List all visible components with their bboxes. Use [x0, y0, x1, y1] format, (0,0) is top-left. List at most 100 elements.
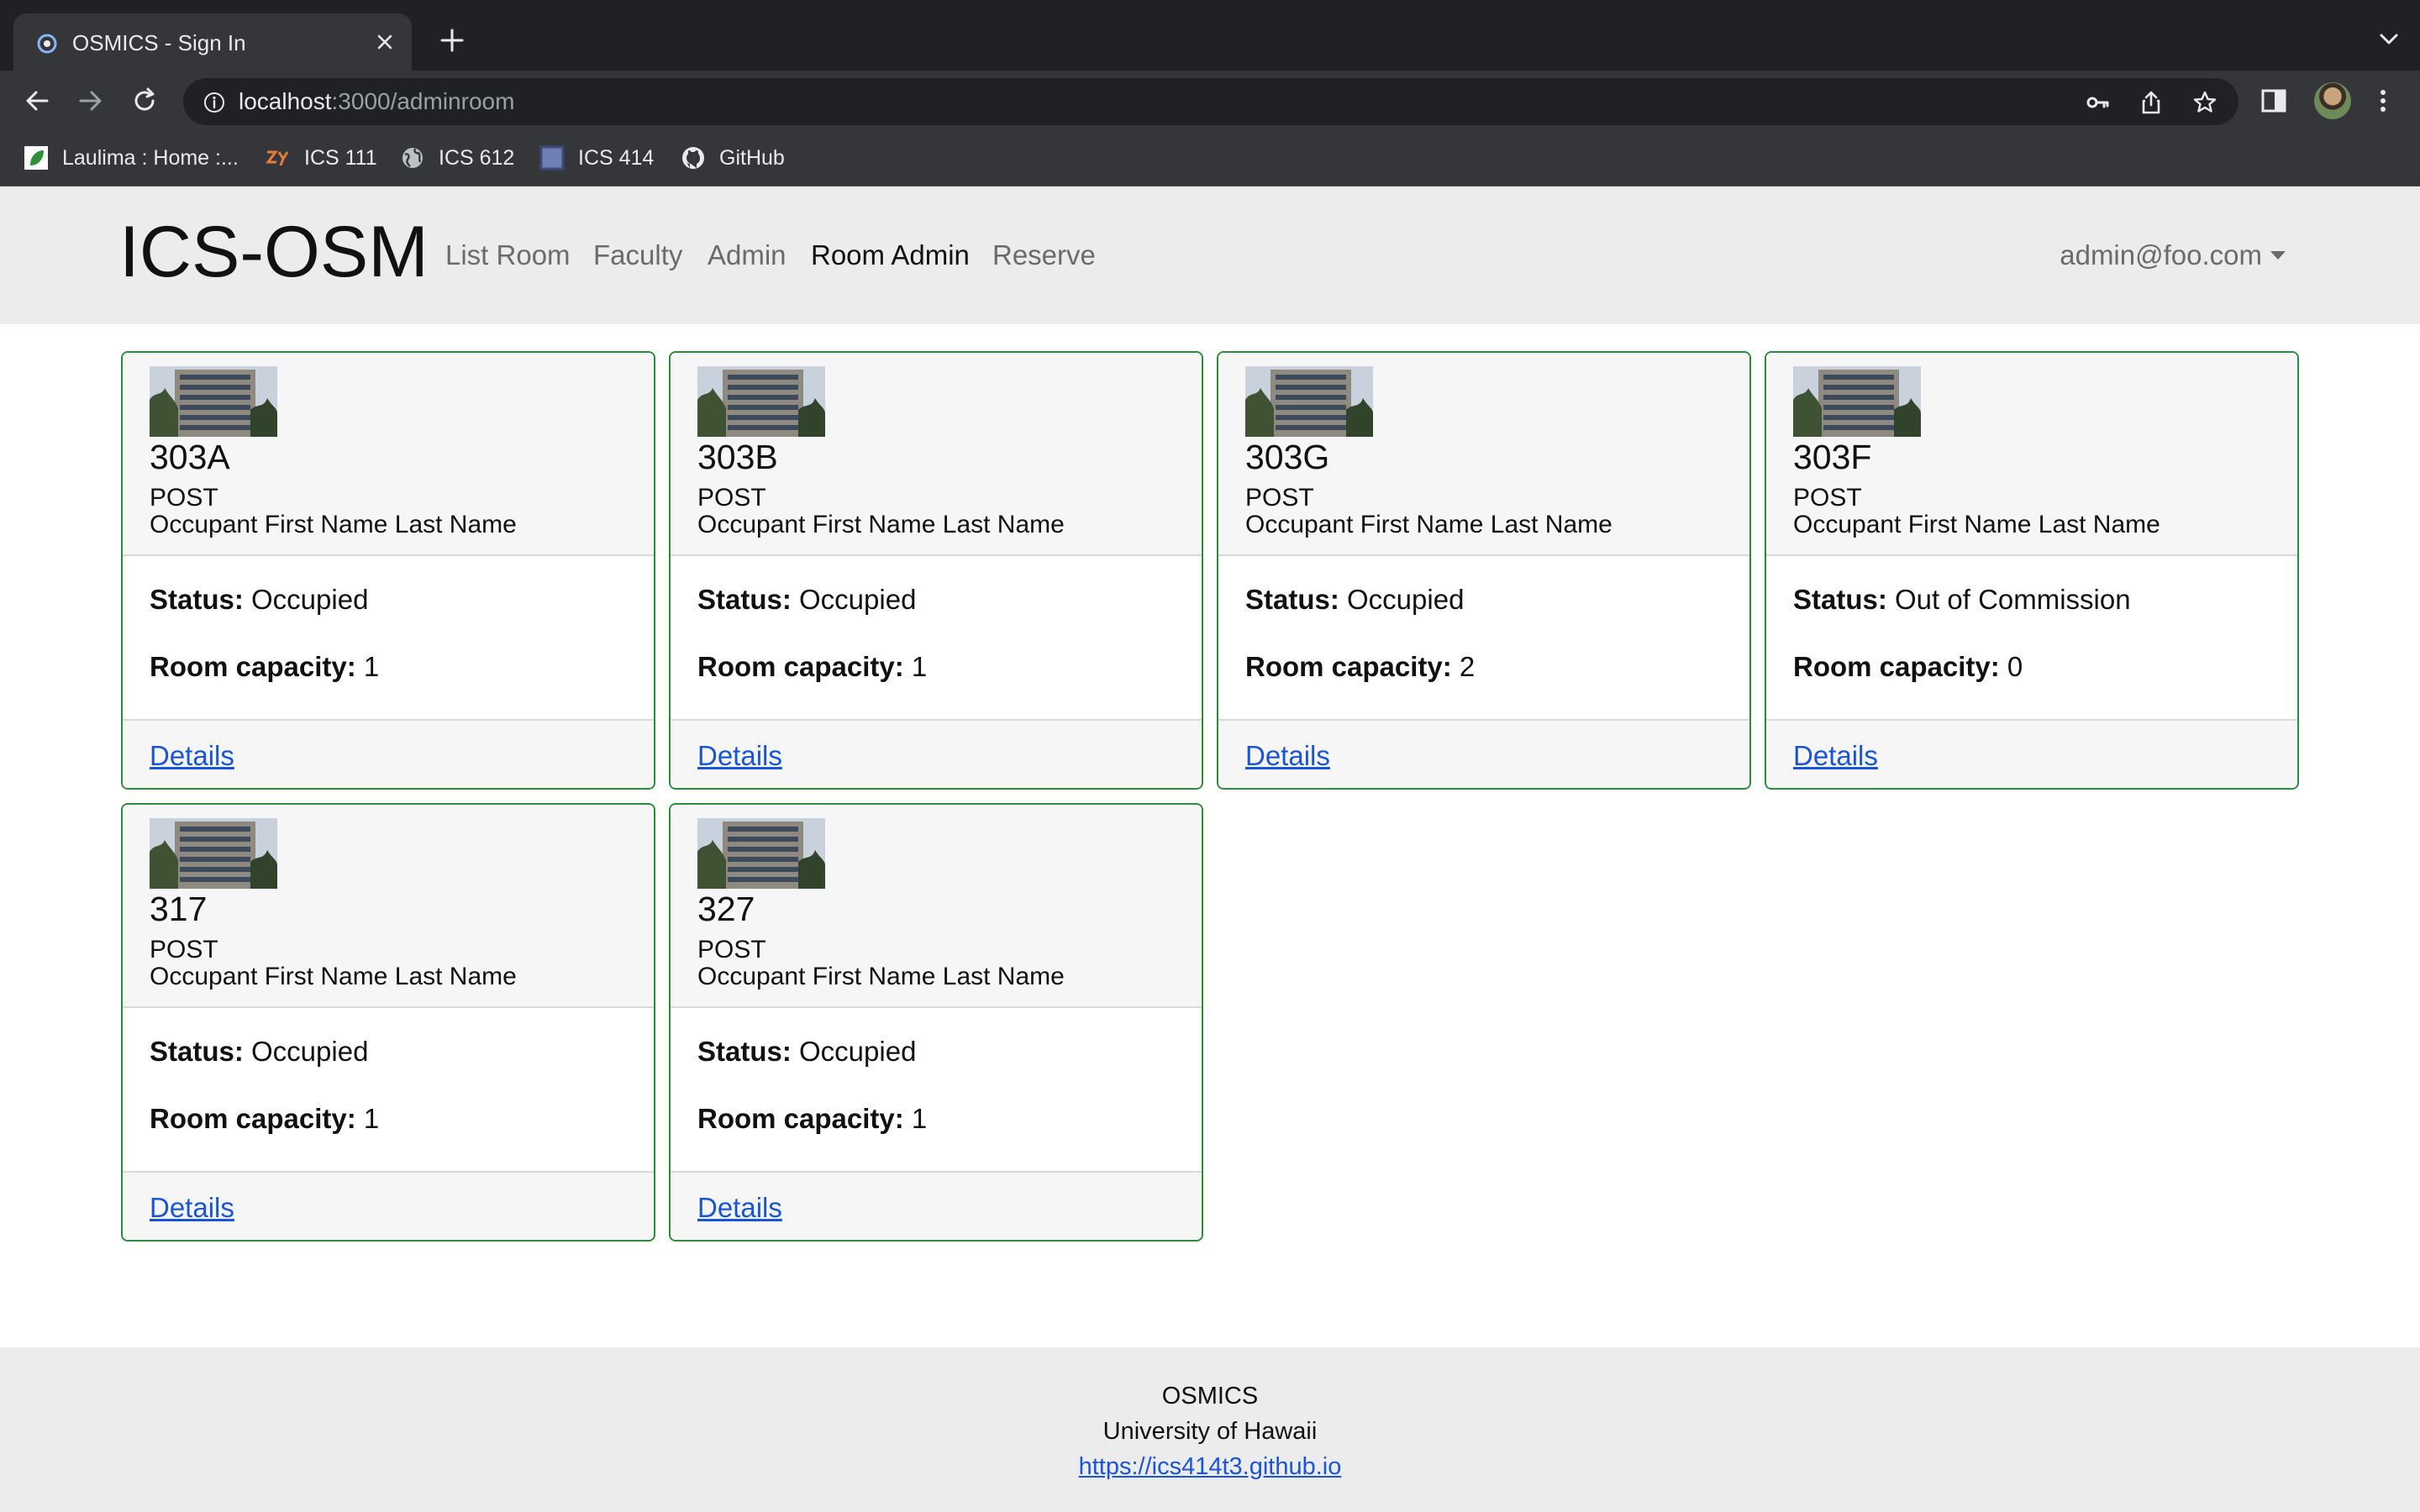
- browser-toolbar: localhost:3000/adminroom: [0, 71, 2420, 131]
- back-arrow-icon[interactable]: [20, 84, 54, 118]
- occupant-name: Occupant First Name Last Name: [150, 963, 517, 990]
- card-footer: Details: [123, 719, 654, 788]
- url-text[interactable]: localhost:3000/adminroom: [239, 87, 514, 116]
- browser-tab-strip: OSMICS - Sign In: [0, 0, 2420, 71]
- url-path: :3000/adminroom: [331, 88, 515, 114]
- building-name: POST: [150, 484, 218, 512]
- status-label: Status:: [150, 584, 244, 615]
- capacity-label: Room capacity:: [697, 651, 904, 682]
- status-label: Status:: [150, 1036, 244, 1067]
- card-body: Status: Occupied Room capacity: 2: [1218, 556, 1749, 719]
- profile-avatar[interactable]: [2314, 82, 2351, 119]
- capacity-line: Room capacity: 1: [697, 1102, 927, 1136]
- details-link[interactable]: Details: [150, 739, 234, 773]
- card-header: 327 POST Occupant First Name Last Name: [671, 805, 1202, 1008]
- close-tab-icon[interactable]: [373, 30, 397, 54]
- status-value: Out of Commission: [1895, 584, 2131, 615]
- card-header: 303A POST Occupant First Name Last Name: [123, 353, 654, 556]
- card-header: 303B POST Occupant First Name Last Name: [671, 353, 1202, 556]
- footer-github-link[interactable]: https://ics414t3.github.io: [1079, 1453, 1342, 1480]
- new-tab-icon[interactable]: [437, 25, 467, 55]
- capacity-line: Room capacity: 1: [697, 650, 927, 684]
- room-building-image: [150, 818, 277, 889]
- capacity-value: 1: [911, 651, 928, 682]
- bookmark-laulima[interactable]: Laulima : Home :...: [24, 143, 239, 173]
- nav-link-reserve[interactable]: Reserve: [992, 239, 1096, 272]
- site-favicon-icon: [37, 34, 57, 54]
- room-building-image: [697, 366, 825, 437]
- details-link[interactable]: Details: [697, 1191, 782, 1225]
- browser-menu-icon[interactable]: [2368, 86, 2398, 116]
- user-dropdown[interactable]: admin@foo.com: [2060, 239, 2286, 272]
- capacity-value: 1: [363, 1103, 380, 1134]
- capacity-value: 1: [911, 1103, 928, 1134]
- details-link[interactable]: Details: [1793, 739, 1878, 773]
- side-panel-icon[interactable]: [2259, 86, 2289, 116]
- card-footer: Details: [671, 719, 1202, 788]
- brand-logo-text[interactable]: ICS-OSM: [119, 210, 429, 294]
- room-number: 303A: [150, 438, 230, 476]
- card-header: 303F POST Occupant First Name Last Name: [1766, 353, 2297, 556]
- browser-tab[interactable]: OSMICS - Sign In: [13, 13, 412, 71]
- building-name: POST: [697, 484, 766, 512]
- occupant-name: Occupant First Name Last Name: [150, 511, 517, 538]
- status-line: Status: Occupied: [1245, 583, 1464, 617]
- capacity-label: Room capacity:: [1245, 651, 1452, 682]
- card-footer: Details: [1218, 719, 1749, 788]
- building-name: POST: [697, 936, 766, 963]
- status-value: Occupied: [251, 1036, 369, 1067]
- nav-link-admin[interactable]: Admin: [708, 239, 786, 272]
- address-bar[interactable]: localhost:3000/adminroom: [183, 78, 2238, 125]
- nav-link-room-admin[interactable]: Room Admin: [811, 239, 970, 272]
- site-info-icon[interactable]: [203, 92, 225, 113]
- status-line: Status: Occupied: [150, 1035, 368, 1068]
- app-navbar: ICS-OSM List Room Faculty Admin Room Adm…: [0, 186, 2420, 324]
- capacity-label: Room capacity:: [697, 1103, 904, 1134]
- url-host: localhost: [239, 88, 332, 114]
- capacity-value: 2: [1459, 651, 1476, 682]
- footer-org: OSMICS: [1161, 1383, 1259, 1410]
- card-body: Status: Occupied Room capacity: 1: [123, 556, 654, 719]
- room-building-image: [1793, 366, 1921, 437]
- card-body: Status: Out of Commission Room capacity:…: [1766, 556, 2297, 719]
- card-body: Status: Occupied Room capacity: 1: [123, 1008, 654, 1171]
- status-value: Occupied: [799, 584, 917, 615]
- status-line: Status: Occupied: [697, 583, 916, 617]
- share-icon[interactable]: [2138, 89, 2165, 116]
- details-link[interactable]: Details: [1245, 739, 1330, 773]
- key-icon[interactable]: [2084, 89, 2111, 116]
- details-link[interactable]: Details: [150, 1191, 234, 1225]
- room-card: 303B POST Occupant First Name Last Name …: [669, 351, 1203, 790]
- occupant-name: Occupant First Name Last Name: [697, 963, 1065, 990]
- room-building-image: [697, 818, 825, 889]
- details-link[interactable]: Details: [697, 739, 782, 773]
- zybooks-icon: [266, 150, 289, 166]
- room-number: 327: [697, 890, 755, 928]
- status-line: Status: Occupied: [150, 583, 368, 617]
- footer-university: University of Hawaii: [1102, 1418, 1318, 1445]
- forward-arrow-icon[interactable]: [74, 84, 108, 118]
- capacity-label: Room capacity:: [1793, 651, 2000, 682]
- building-name: POST: [150, 936, 218, 963]
- capacity-line: Room capacity: 0: [1793, 650, 2023, 684]
- card-header: 317 POST Occupant First Name Last Name: [123, 805, 654, 1008]
- room-number: 303F: [1793, 438, 1872, 476]
- room-building-image: [1245, 366, 1373, 437]
- nav-link-list-room[interactable]: List Room: [445, 239, 571, 272]
- capacity-value: 0: [2007, 651, 2023, 682]
- capacity-line: Room capacity: 1: [150, 650, 379, 684]
- bookmark-star-icon[interactable]: [2191, 89, 2218, 116]
- card-body: Status: Occupied Room capacity: 1: [671, 556, 1202, 719]
- nav-link-faculty[interactable]: Faculty: [593, 239, 682, 272]
- room-building-image: [150, 366, 277, 437]
- laulima-icon: [24, 146, 48, 170]
- bookmark-label: GitHub: [719, 145, 785, 170]
- bookmark-github[interactable]: GitHub: [681, 143, 785, 173]
- bookmark-ics-612[interactable]: ICS 612: [400, 143, 514, 173]
- reload-icon[interactable]: [128, 84, 161, 118]
- room-number: 303G: [1245, 438, 1330, 476]
- bookmark-ics-414[interactable]: ICS 414: [539, 143, 654, 173]
- tab-title: OSMICS - Sign In: [72, 30, 246, 55]
- bookmark-ics-111[interactable]: ICS 111: [266, 143, 377, 173]
- tab-search-chevron-icon[interactable]: [2376, 27, 2402, 52]
